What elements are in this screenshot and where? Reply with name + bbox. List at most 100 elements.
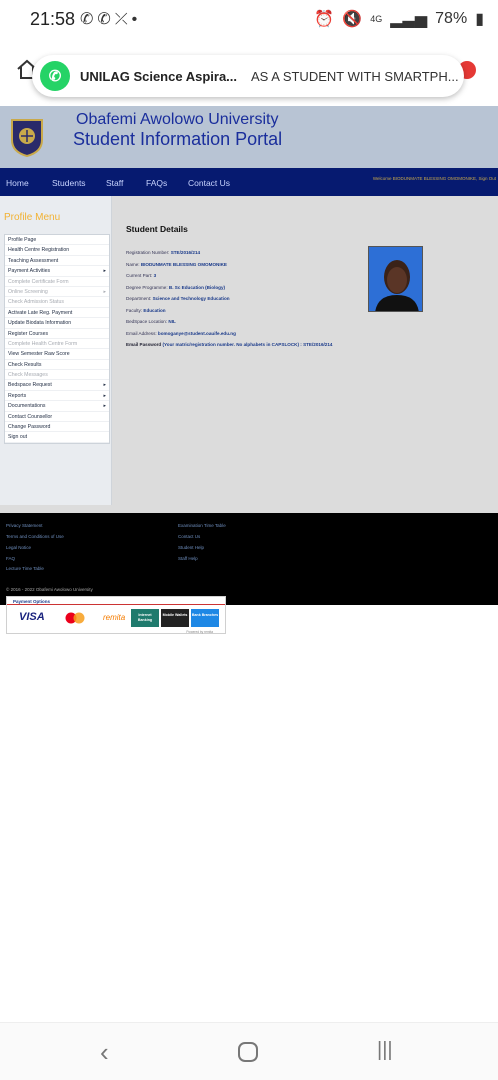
sidebar-item[interactable]: Check Admission Status (5, 297, 109, 308)
visa-logo: VISA (19, 611, 45, 623)
student-details: Registration Number: STE/2016/214 Name: B… (126, 250, 332, 354)
mute-icon: 🔇 (342, 11, 363, 28)
clock: 21:58 (30, 9, 76, 29)
university-logo[interactable] (8, 116, 46, 158)
notification-title: UNILAG Science Aspira... (80, 68, 238, 84)
sidebar-item[interactable]: Payment Activities ▸ (5, 266, 109, 277)
detail-row: BedSpace Location: NIL (126, 319, 332, 331)
nav-students[interactable]: Students (52, 178, 86, 188)
sidebar-item[interactable]: Online Screening ▸ (5, 287, 109, 298)
sidebar-item[interactable]: Change Password (5, 422, 109, 433)
system-icons: ⏰ 🔇 4G ▂▃▅ 78% ▮ (314, 9, 484, 29)
footer-link[interactable]: Terms and Conditions of Use (6, 534, 64, 539)
chevron-right-icon: ▸ (103, 288, 106, 295)
detail-label: Registration Number: (126, 250, 170, 255)
sidebar-item-label: Documentations (8, 403, 46, 410)
chevron-right-icon: ▸ (103, 382, 106, 389)
nav-faqs[interactable]: FAQs (146, 178, 167, 188)
detail-label: Email Password (126, 342, 162, 347)
detail-value: B. Sc Education (Biology) (168, 284, 226, 290)
whatsapp-status-icon-2: ✆ (97, 11, 115, 28)
whatsapp-status-icon: ✆ (80, 11, 98, 28)
detail-label: Name: (126, 261, 140, 267)
footer-link[interactable]: Staff Help (178, 556, 198, 561)
detail-row: Registration Number: STE/2016/214 (126, 250, 332, 262)
chevron-right-icon: ▸ (103, 268, 106, 275)
system-navbar: ‹ ||| (0, 1022, 498, 1080)
footer: Privacy Statement Terms and Conditions o… (0, 513, 498, 605)
payment-options: Payment Options VISA remita Internet Ban… (6, 596, 226, 634)
recents-icon[interactable]: ||| (377, 1039, 393, 1062)
detail-value: BIODUNMATE BLESSING OMOMONIKE (140, 261, 227, 267)
university-name: Obafemi Awolowo University (76, 111, 279, 128)
detail-row: Current Part: 3 (126, 273, 332, 285)
sidebar-item-label: Complete Certificate Form (8, 278, 69, 285)
alarm-icon: ⏰ (314, 11, 335, 28)
footer-link[interactable]: Student Help (178, 545, 204, 550)
sidebar-item-label: Check Admission Status (8, 299, 64, 306)
footer-link[interactable]: FAQ (6, 556, 15, 561)
sidebar-item-label: Teaching Assessment (8, 257, 59, 264)
sidebar-item[interactable]: View Semester Raw Score (5, 349, 109, 360)
nav-home[interactable]: Home (6, 178, 29, 188)
detail-label: BedSpace Location: (126, 319, 168, 324)
sidebar-item-label: Online Screening (8, 288, 48, 295)
sidebar-item-label: Complete Health Centre Form (8, 340, 78, 347)
footer-link[interactable]: Privacy Statement (6, 523, 43, 528)
sidebar: Profile Menu Profile Page Health Centre R… (0, 196, 112, 505)
sidebar-item[interactable]: Check Results (5, 360, 109, 371)
nav-staff[interactable]: Staff (106, 178, 123, 188)
footer-link[interactable]: Lecture Time Table (6, 566, 44, 571)
signal-icon: ▂▃▅ (390, 11, 428, 28)
mobile-wallets-button[interactable]: Mobile Wallets (161, 609, 189, 627)
remita-logo: remita (103, 613, 126, 622)
sidebar-item[interactable]: Activate Late Reg. Payment (5, 308, 109, 319)
sidebar-item-label: Change Password (8, 424, 51, 431)
sidebar-item[interactable]: Profile Page (5, 235, 109, 246)
detail-value: 3 (153, 273, 157, 278)
sidebar-item[interactable]: Check Messages (5, 370, 109, 381)
back-icon[interactable]: ‹ (100, 1037, 109, 1068)
sidebar-item-label: Payment Activities (8, 268, 51, 275)
footer-link[interactable]: Legal Notice (6, 545, 31, 550)
sidebar-item[interactable]: Complete Health Centre Form (5, 339, 109, 350)
sidebar-item[interactable]: Update Biodata Information (5, 318, 109, 329)
detail-row: Name: BIODUNMATE BLESSING OMOMONIKE (126, 262, 332, 274)
page-title: Student Details (126, 224, 188, 234)
home-button-icon[interactable] (237, 1041, 259, 1063)
sidebar-item[interactable]: Documentations ▸ (5, 401, 109, 412)
footer-link[interactable]: Examination Time Table (178, 523, 226, 528)
sidebar-item-label: Bedspace Request (8, 382, 52, 389)
copyright: © 2016 - 2022 Obafemi Awolowo University (6, 587, 93, 592)
detail-value: STE/2016/214 (170, 250, 201, 255)
sidebar-item[interactable]: Reports ▸ (5, 391, 109, 402)
detail-label: Faculty: (126, 307, 143, 313)
sidebar-item[interactable]: Health Centre Registration (5, 245, 109, 256)
notification-popup[interactable]: ✆ UNILAG Science Aspira... AS A STUDENT … (32, 55, 464, 97)
bank-branches-button[interactable]: Bank Branches (191, 609, 219, 627)
sidebar-item-label: Contact Counsellor (8, 413, 53, 420)
sidebar-item-label: Profile Page (8, 237, 37, 243)
main-nav: Home Students Staff FAQs Contact Us Welc… (0, 168, 498, 196)
profile-menu: Profile Page Health Centre Registration Te… (4, 234, 110, 444)
sidebar-item[interactable]: Bedspace Request ▸ (5, 380, 109, 391)
content-title-wrap: Student Details (126, 224, 188, 234)
sidebar-item[interactable]: Sign out (5, 432, 109, 443)
battery-label: 78% (435, 10, 468, 27)
internet-banking-button[interactable]: Internet Banking (131, 609, 159, 627)
sidebar-item-label: Update Biodata Information (8, 320, 72, 327)
welcome-text[interactable]: Welcome BIODUNMATE BLESSING OMOMONIKE, S… (373, 176, 496, 181)
welcome-label: Welcome (372, 176, 392, 181)
nav-contact-us[interactable]: Contact Us (188, 178, 230, 188)
detail-label: Degree Programme: (126, 284, 168, 290)
sidebar-item[interactable]: Complete Certificate Form (5, 277, 109, 287)
sidebar-item[interactable]: Contact Counsellor (5, 412, 109, 423)
footer-link[interactable]: Contact Us (178, 534, 200, 539)
sidebar-item[interactable]: Register Courses (5, 329, 109, 339)
portal-name: Student Information Portal (73, 129, 283, 149)
sidebar-item-label: View Semester Raw Score (8, 351, 70, 358)
sidebar-item[interactable]: Teaching Assessment (5, 256, 109, 267)
detail-label: Current Part: (126, 273, 153, 278)
detail-value: Science and Technology Education (152, 296, 230, 301)
missed-call-icon: ⤫ (114, 11, 132, 28)
